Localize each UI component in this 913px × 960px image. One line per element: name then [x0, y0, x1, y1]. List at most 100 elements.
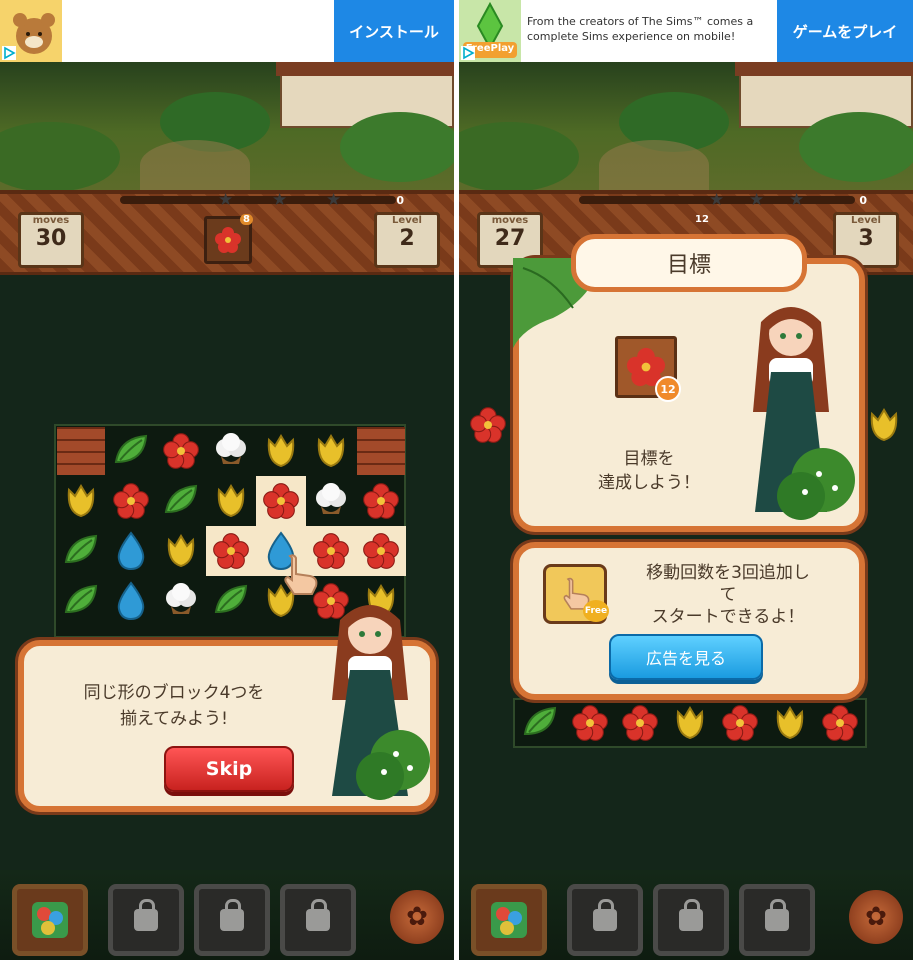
settings-gear-icon[interactable]: ✿ — [849, 890, 903, 944]
leaf-icon — [212, 582, 250, 620]
tulip-icon — [63, 482, 99, 520]
flower-tile[interactable] — [206, 526, 256, 576]
skip-button[interactable]: Skip — [164, 746, 294, 792]
cotton-tile[interactable] — [156, 576, 206, 626]
score-progress-bar: ★ ★ ★ — [120, 190, 396, 210]
booster-bar: ✿ — [459, 870, 913, 960]
lock-icon — [220, 899, 244, 931]
locked-booster-slot[interactable] — [739, 884, 815, 956]
tulip-tile[interactable] — [206, 476, 256, 526]
leaf-icon — [162, 482, 200, 520]
ad-choices-icon[interactable] — [461, 46, 475, 60]
leaf-tile[interactable] — [206, 576, 256, 626]
drop-tile[interactable] — [106, 526, 156, 576]
moves-plaque: moves 30 — [18, 212, 84, 268]
flower-tile[interactable] — [356, 476, 406, 526]
flower-tile[interactable] — [463, 400, 513, 450]
flower-tile[interactable] — [565, 698, 615, 748]
flower-tile[interactable] — [256, 476, 306, 526]
tulip-tile[interactable] — [306, 426, 356, 476]
guide-girl-character — [753, 307, 855, 520]
level-number: 2 — [399, 226, 415, 251]
drop-icon — [115, 531, 147, 571]
tulip-tile[interactable] — [859, 400, 909, 450]
cotton-icon — [161, 582, 201, 620]
leaf-tile[interactable] — [106, 426, 156, 476]
settings-gear-icon[interactable]: ✿ — [390, 890, 444, 944]
install-button[interactable]: インストール — [334, 0, 454, 62]
level-label: Level — [392, 215, 422, 226]
tulip-icon — [672, 704, 708, 742]
locked-booster-slot[interactable] — [280, 884, 356, 956]
locked-booster-slot[interactable] — [194, 884, 270, 956]
star-icon: ★ — [749, 190, 765, 210]
star-icon: ★ — [789, 190, 805, 210]
flower-tile[interactable] — [356, 526, 406, 576]
tutorial-line-2: 揃えてみよう! — [120, 709, 228, 729]
tulip-icon — [163, 532, 199, 570]
locked-booster-slot[interactable] — [653, 884, 729, 956]
flower-tile[interactable] — [815, 698, 865, 748]
tulip-tile[interactable] — [256, 426, 306, 476]
rainbow-booster-icon — [491, 902, 527, 938]
score-value: 0 — [859, 194, 867, 207]
flower-tile[interactable] — [106, 476, 156, 526]
drop-icon — [115, 581, 147, 621]
tulip-icon — [772, 704, 808, 742]
star-icon: ★ — [218, 190, 234, 210]
brick-icon — [357, 427, 405, 475]
tulip-tile[interactable] — [765, 698, 815, 748]
tulip-tile[interactable] — [665, 698, 715, 748]
goal-count-badge: 12 — [655, 376, 681, 402]
level-label: Level — [851, 215, 881, 226]
ad-choices-icon[interactable] — [2, 46, 16, 60]
flower-icon — [261, 481, 301, 521]
brick-icon — [57, 427, 105, 475]
tulip-tile[interactable] — [56, 476, 106, 526]
lock-icon — [593, 899, 617, 931]
ad-banner[interactable]: FreePlay From the creators of The Sims™ … — [459, 0, 913, 62]
garden-scene — [459, 62, 913, 192]
leaf-tile[interactable] — [156, 476, 206, 526]
leaf-tile[interactable] — [56, 526, 106, 576]
flower-icon — [468, 405, 508, 445]
booster-slot-1[interactable] — [471, 884, 547, 956]
leaf-icon — [62, 532, 100, 570]
flower-tile[interactable] — [156, 426, 206, 476]
watch-ad-button[interactable]: 広告を見る — [609, 634, 763, 680]
cotton-tile[interactable] — [306, 476, 356, 526]
moves-label: moves — [32, 215, 70, 226]
goal-title: 目標 — [571, 234, 807, 292]
level-number: 3 — [858, 226, 874, 251]
moves-label: moves — [491, 215, 529, 226]
flower-icon — [720, 703, 760, 743]
drop-tile[interactable] — [106, 576, 156, 626]
leaf-tile[interactable] — [515, 698, 565, 748]
level-plaque: Level 2 — [374, 212, 440, 268]
bush — [459, 122, 579, 192]
moves-count: 30 — [35, 226, 67, 251]
game-board[interactable] — [513, 698, 867, 748]
flower-icon — [620, 703, 660, 743]
play-game-button[interactable]: ゲームをプレイ — [777, 0, 913, 62]
flower-icon — [820, 703, 860, 743]
flower-tile[interactable] — [615, 698, 665, 748]
bush — [799, 112, 913, 182]
bush — [0, 122, 120, 192]
leaf-tile[interactable] — [56, 576, 106, 626]
locked-booster-slot[interactable] — [108, 884, 184, 956]
tulip-tile[interactable] — [156, 526, 206, 576]
flower-icon — [570, 703, 610, 743]
flower-tile[interactable] — [715, 698, 765, 748]
moves-count: 27 — [494, 226, 526, 251]
booster-slot-1[interactable] — [12, 884, 88, 956]
lock-icon — [679, 899, 703, 931]
ad-text: From the creators of The Sims™ comes a c… — [527, 15, 754, 43]
locked-booster-slot[interactable] — [567, 884, 643, 956]
brick-tile[interactable] — [356, 426, 406, 476]
brick-tile[interactable] — [56, 426, 106, 476]
ad-banner[interactable]: インストール — [0, 0, 454, 62]
flower-icon — [111, 481, 151, 521]
cotton-tile[interactable] — [206, 426, 256, 476]
flower-icon — [361, 531, 401, 571]
